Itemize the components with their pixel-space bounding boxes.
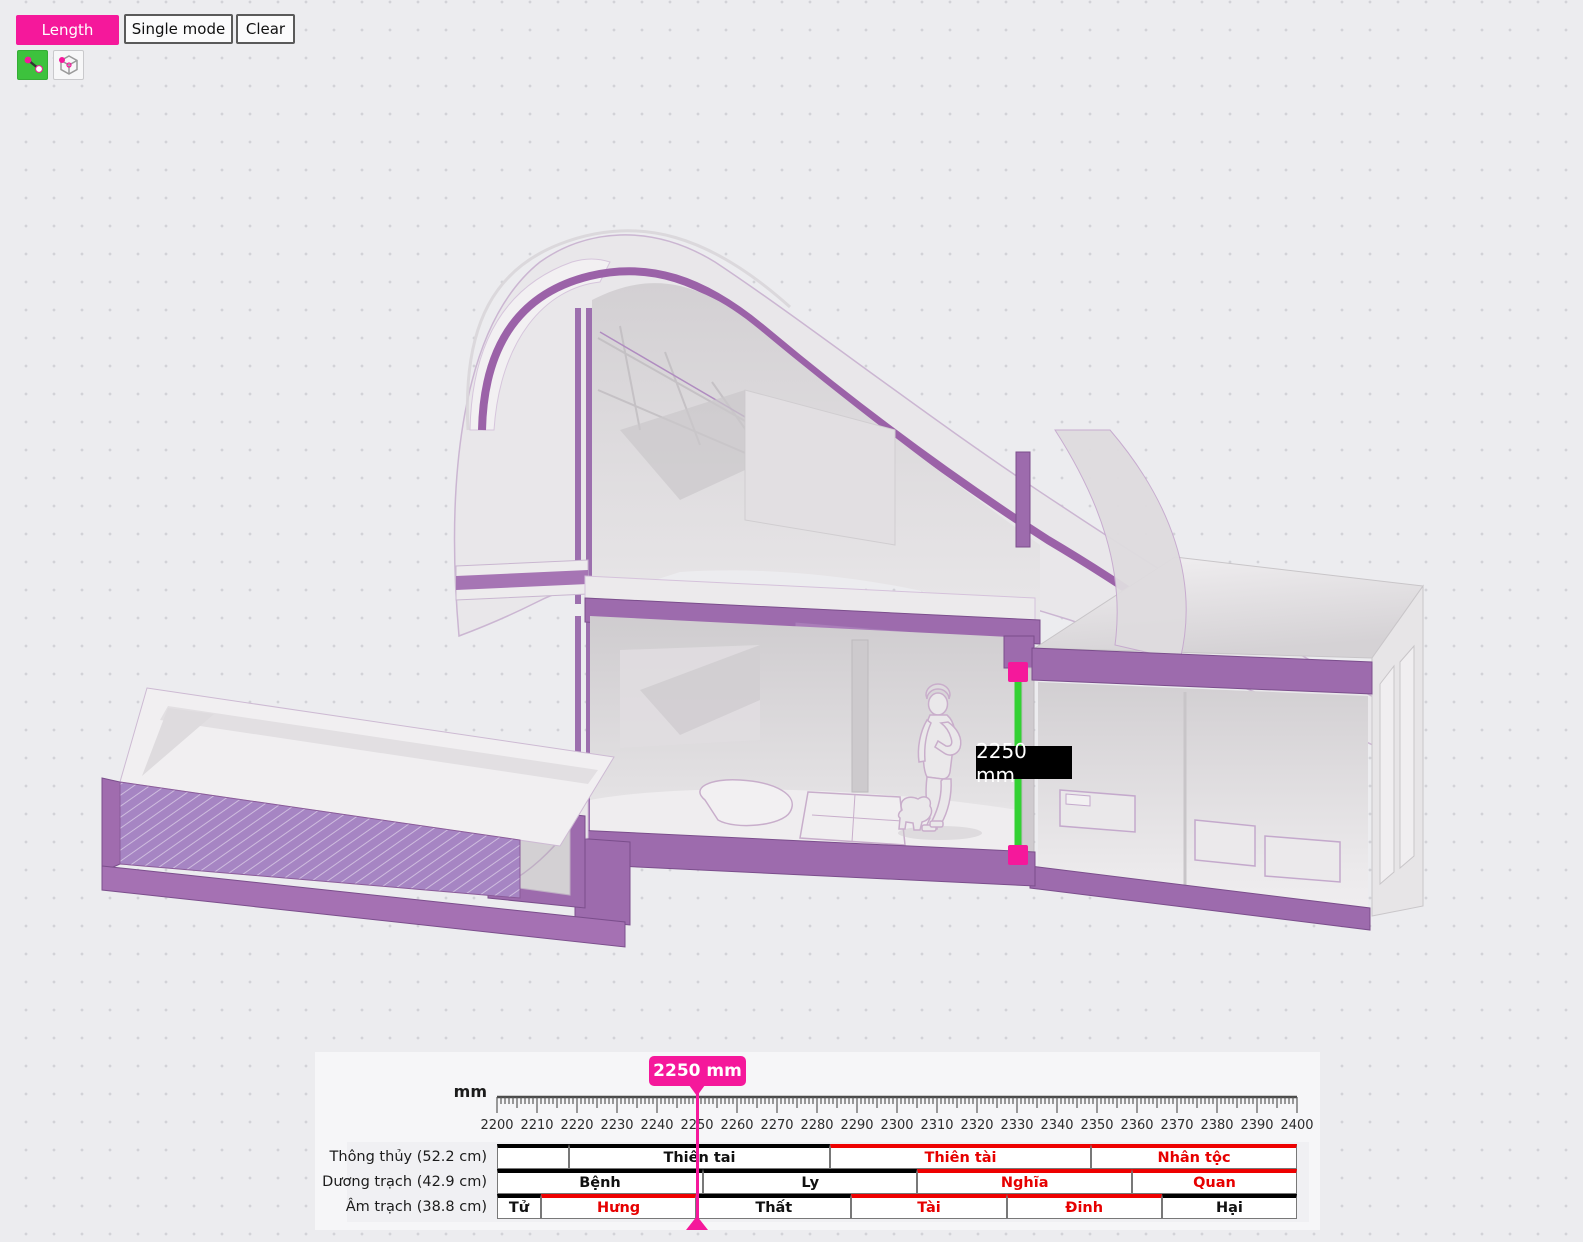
ruler-tick-label: 2290 (837, 1118, 877, 1133)
ruler-segment-cell: Nghĩa (917, 1169, 1132, 1194)
ruler-tick-label: 2230 (597, 1118, 637, 1133)
ruler-tick-label: 2310 (917, 1118, 957, 1133)
ruler-segment-cell: Nhân tộc (1091, 1144, 1297, 1169)
measure-segment-tool-button[interactable] (17, 50, 48, 80)
ruler-tick-label: 2400 (1277, 1118, 1317, 1133)
measure-box-tool-button[interactable] (53, 50, 84, 80)
ruler-tick-label: 2380 (1197, 1118, 1237, 1133)
ruler-segment-cell: Đinh (1007, 1194, 1162, 1219)
ruler-segment-cell: Tài (851, 1194, 1006, 1219)
marker-value-badge[interactable]: 2250 mm (649, 1056, 746, 1086)
measure-endpoint-bottom[interactable] (1008, 845, 1028, 865)
ruler-segment-cell: Bệnh (497, 1169, 703, 1194)
measure-endpoint-top[interactable] (1008, 662, 1028, 682)
ruler-row-label: Thông thủy (52.2 cm) (187, 1144, 487, 1169)
ruler-segment-cell: Quan (1132, 1169, 1297, 1194)
ruler-row-label: Âm trạch (38.8 cm) (187, 1194, 487, 1219)
clear-button[interactable]: Clear (236, 14, 295, 44)
ruler-tick-label: 2270 (757, 1118, 797, 1133)
marker-foot-arrow (686, 1216, 708, 1230)
ruler-segment-cell: Ly (703, 1169, 917, 1194)
measure-box-icon (57, 53, 81, 77)
measurement-value-label: 2250 mm (976, 746, 1072, 779)
ruler-tick-label: 2370 (1157, 1118, 1197, 1133)
ruler-tick-label: 2280 (797, 1118, 837, 1133)
marker-pointer (689, 1085, 705, 1096)
ruler-segment-cell (497, 1144, 569, 1169)
ruler-segment-cell: Hại (1162, 1194, 1297, 1219)
ruler-segment-cell: Thất (696, 1194, 851, 1219)
ruler-segment-cell: Hưng (541, 1194, 696, 1219)
ruler-segment-cell: Thiên tài (830, 1144, 1091, 1169)
ruler-tick-label: 2220 (557, 1118, 597, 1133)
ruler-tick-label: 2240 (637, 1118, 677, 1133)
ruler-tick-label: 2360 (1117, 1118, 1157, 1133)
ruler-tick-label: 2320 (957, 1118, 997, 1133)
left-pool-volume (102, 688, 625, 947)
ruler-segment-cell: Tử (497, 1194, 541, 1219)
loban-ruler-panel: mm 2200221022202230224022502260227022802… (315, 1052, 1320, 1230)
ruler-tick-label: 2210 (517, 1118, 557, 1133)
marker-line[interactable] (696, 1086, 699, 1222)
right-wing (1030, 430, 1423, 930)
ruler-segment-cell: Thiên tai (569, 1144, 830, 1169)
ruler-tick-label: 2330 (997, 1118, 1037, 1133)
ruler-row-label: Dương trạch (42.9 cm) (187, 1169, 487, 1194)
ruler-tick-label: 2260 (717, 1118, 757, 1133)
ruler-tick-label: 2390 (1237, 1118, 1277, 1133)
ruler-tick-label: 2340 (1037, 1118, 1077, 1133)
single-mode-button[interactable]: Single mode (124, 14, 233, 44)
length-button[interactable]: Length (16, 15, 119, 45)
ground-floor-interior (590, 616, 1030, 860)
ruler-tick-label: 2350 (1077, 1118, 1117, 1133)
ruler-tick-label: 2200 (477, 1118, 517, 1133)
ruler-tick-label: 2300 (877, 1118, 917, 1133)
measure-segment-icon (21, 54, 45, 76)
balcony-ledge (456, 560, 588, 600)
